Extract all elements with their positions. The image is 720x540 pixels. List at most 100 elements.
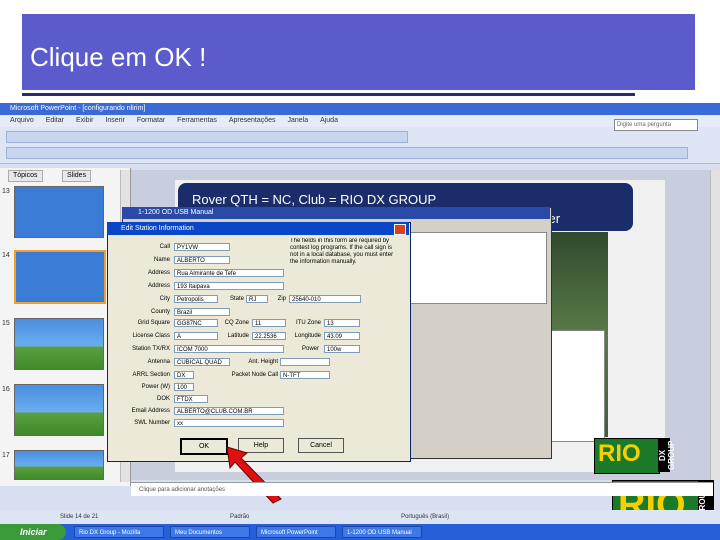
- slide-thumbnail[interactable]: [14, 450, 104, 480]
- state-field[interactable]: RJ: [246, 295, 268, 303]
- slide-thumbnail[interactable]: [14, 384, 104, 436]
- status-design: Padrão: [230, 514, 250, 520]
- zip-label: Zip: [277, 296, 286, 302]
- slide-thumbnail[interactable]: [14, 318, 104, 370]
- tab-slides[interactable]: Slides: [62, 170, 92, 182]
- title-underline: [22, 93, 635, 96]
- menu-item[interactable]: Janela: [287, 115, 308, 127]
- field-label: City: [159, 296, 170, 302]
- power-w-field[interactable]: 100: [174, 383, 194, 391]
- dialog-title: Edit Station Information: [107, 222, 409, 235]
- power-field[interactable]: 100w: [324, 345, 360, 353]
- menu-item[interactable]: Editar: [46, 115, 64, 127]
- menu-item[interactable]: Apresentações: [229, 115, 276, 127]
- start-button[interactable]: Iniciar: [0, 524, 66, 540]
- toolbar-row[interactable]: [6, 147, 688, 159]
- lat-label: Latitude: [227, 333, 249, 339]
- itu-field[interactable]: 13: [324, 319, 360, 327]
- rover-line: Rover QTH = NC, Club = RIO DX GROUP: [192, 192, 437, 207]
- dialog-notice: The fields in this form are required by …: [290, 238, 394, 265]
- log-list[interactable]: [410, 232, 547, 304]
- menu-item[interactable]: Arquivo: [10, 115, 34, 127]
- itu-label: ITU Zone: [295, 320, 321, 326]
- city-field[interactable]: Petropolis: [174, 295, 218, 303]
- field-label: ARRL Section: [132, 372, 170, 378]
- toolbar-row[interactable]: [6, 131, 408, 143]
- help-search-input[interactable]: Digite uma pergunta: [614, 119, 698, 131]
- call-field[interactable]: PY1VW: [174, 243, 230, 251]
- packet-label: Packet Node Call: [231, 372, 278, 378]
- browser-screenshot: [548, 330, 605, 442]
- field-label: Grid Square: [137, 320, 170, 326]
- menu-item[interactable]: Exibir: [76, 115, 94, 127]
- arrl-field[interactable]: DX: [174, 371, 194, 379]
- cancel-button[interactable]: Cancel: [298, 438, 344, 453]
- ok-button[interactable]: OK: [180, 438, 228, 455]
- logo-small-sub: DX GROUP: [658, 438, 676, 472]
- taskbar-item[interactable]: Microsoft PowerPoint: [256, 526, 336, 538]
- cq-label: CQ Zone: [224, 320, 249, 326]
- logo-small-text: RIO: [598, 440, 641, 467]
- menu-item[interactable]: Ferramentas: [177, 115, 217, 127]
- red-arrow-icon: [226, 446, 282, 504]
- county-field[interactable]: Brazil: [174, 308, 230, 316]
- state-label: State: [229, 296, 244, 302]
- menu-item[interactable]: Formatar: [137, 115, 165, 127]
- field-label: County: [150, 309, 170, 315]
- email-field[interactable]: ALBERTO@CLUB.COM.BR: [174, 407, 284, 415]
- notes-pane[interactable]: Clique para adicionar anotações: [131, 482, 713, 496]
- close-icon[interactable]: [394, 224, 406, 235]
- field-label: Address: [147, 283, 170, 289]
- license-field[interactable]: A: [174, 332, 218, 340]
- slide-number: 13: [2, 188, 10, 195]
- taskbar-item[interactable]: 1-1200 OD USB Manual: [342, 526, 422, 538]
- slide-thumbnail[interactable]: [14, 186, 104, 238]
- grid-field[interactable]: GG87NC: [174, 319, 218, 327]
- slide-number: 16: [2, 386, 10, 393]
- tab-outline[interactable]: Tópicos: [8, 170, 43, 182]
- menu-item[interactable]: Inserir: [105, 115, 124, 127]
- slide-number: 15: [2, 320, 10, 327]
- field-label: Call: [159, 244, 170, 250]
- field-label: Antenna: [147, 359, 170, 365]
- taskbar-item[interactable]: Meu Documentos: [170, 526, 250, 538]
- slide-number: 17: [2, 452, 10, 459]
- lon-label: Longitude: [294, 333, 321, 339]
- slide-number: 14: [2, 252, 10, 259]
- height-field[interactable]: [280, 358, 330, 366]
- field-label: Email Address: [131, 408, 170, 414]
- toolbar: [0, 127, 720, 164]
- zip-field[interactable]: 25640-010: [289, 295, 361, 303]
- dok-field[interactable]: FTDX: [174, 395, 208, 403]
- cq-field[interactable]: 11: [252, 319, 286, 327]
- status-slide: Slide 14 de 21: [60, 514, 99, 520]
- field-label: Station TX/RX: [132, 346, 170, 352]
- slide-title: Clique em OK !: [30, 42, 207, 72]
- status-language: Português (Brasil): [401, 514, 450, 520]
- app-title-bar: Microsoft PowerPoint - [configurando nli…: [0, 103, 720, 115]
- usb-window-title: 1-1200 OD USB Manual: [122, 207, 550, 219]
- power-label: Power: [301, 346, 319, 352]
- field-label: Power (W): [141, 384, 170, 390]
- field-label: Name: [153, 257, 170, 263]
- field-label: DOK: [156, 396, 170, 402]
- menu-item[interactable]: Ajuda: [320, 115, 338, 127]
- packet-field[interactable]: N-TFT: [280, 371, 330, 379]
- address-field[interactable]: Rua Almirante de Tefe: [174, 269, 284, 277]
- station-field[interactable]: ICOM 7000: [174, 345, 284, 353]
- antenna-field[interactable]: CUBICAL QUAD: [174, 358, 230, 366]
- slide-scrollbar[interactable]: [710, 170, 720, 480]
- lon-field[interactable]: 43.09: [324, 332, 360, 340]
- lat-field[interactable]: 22.2536: [252, 332, 286, 340]
- field-label: Address: [147, 270, 170, 276]
- taskbar-item[interactable]: Rio DX Group - Mozilla: [74, 526, 164, 538]
- swl-field[interactable]: xx: [174, 419, 284, 427]
- name-field[interactable]: ALBERTO: [174, 256, 230, 264]
- field-label: SWL Number: [134, 420, 170, 426]
- address2-field[interactable]: 193 Itaipava: [174, 282, 284, 290]
- status-bar: Slide 14 de 21 Padrão Português (Brasil): [0, 510, 720, 524]
- field-label: License Class: [132, 333, 170, 339]
- slide-thumbnail-selected[interactable]: [14, 250, 106, 304]
- height-label: Ant. Height: [248, 359, 278, 365]
- menu-bar: Arquivo Editar Exibir Inserir Formatar F…: [0, 115, 720, 127]
